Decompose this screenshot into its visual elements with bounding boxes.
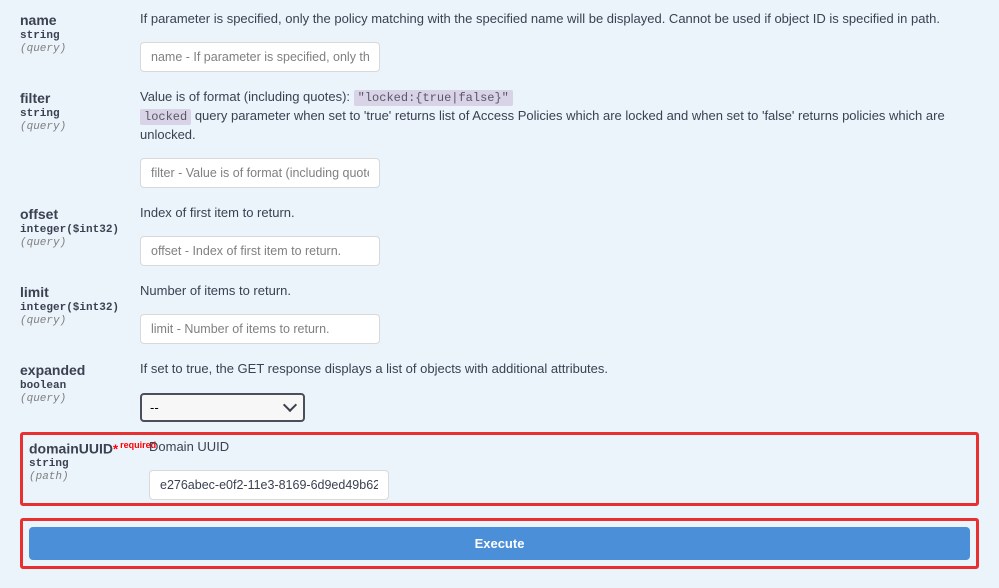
param-content: If parameter is specified, only the poli… (140, 10, 979, 72)
param-meta: expanded boolean (query) (20, 360, 140, 421)
execute-highlight: Execute (20, 518, 979, 569)
param-row-expanded: expanded boolean (query) If set to true,… (20, 354, 979, 427)
param-content: Value is of format (including quotes): "… (140, 88, 979, 188)
param-in-label: (query) (20, 393, 140, 405)
param-meta: name string (query) (20, 10, 140, 72)
domainuuid-input[interactable] (149, 470, 389, 500)
expanded-select[interactable]: -- (140, 393, 305, 422)
param-description: If parameter is specified, only the poli… (140, 10, 979, 28)
param-in-label: (query) (20, 315, 140, 327)
param-type-label: boolean (20, 380, 140, 392)
required-star-icon: * (113, 441, 118, 456)
param-in-label: (path) (29, 471, 149, 483)
param-type-label: integer($int32) (20, 302, 140, 314)
param-type-label: string (20, 108, 140, 120)
param-meta: filter string (query) (20, 88, 140, 188)
param-name-label: limit (20, 284, 140, 300)
desc-suffix: query parameter when set to 'true' retur… (140, 108, 945, 142)
param-content: Number of items to return. (140, 282, 979, 344)
param-content: Domain UUID (149, 438, 970, 500)
param-in-label: (query) (20, 121, 140, 133)
param-type-label: string (20, 30, 140, 42)
param-description: Index of first item to return. (140, 204, 979, 222)
param-meta: offset integer($int32) (query) (20, 204, 140, 266)
execute-button[interactable]: Execute (29, 527, 970, 560)
param-row-domainuuid: domainUUID*required string (path) Domain… (20, 432, 979, 506)
code-snippet: locked (140, 109, 191, 125)
param-row-name: name string (query) If parameter is spec… (20, 4, 979, 78)
offset-input[interactable] (140, 236, 380, 266)
limit-input[interactable] (140, 314, 380, 344)
param-name-label: name (20, 12, 140, 28)
param-description: If set to true, the GET response display… (140, 360, 979, 378)
param-name-text: domainUUID (29, 440, 113, 456)
param-in-label: (query) (20, 43, 140, 55)
param-meta: domainUUID*required string (path) (29, 438, 149, 500)
desc-prefix: Value is of format (including quotes): (140, 89, 354, 104)
code-snippet: "locked:{true|false}" (354, 90, 513, 106)
param-name-label: offset (20, 206, 140, 222)
param-in-label: (query) (20, 237, 140, 249)
param-meta: limit integer($int32) (query) (20, 282, 140, 344)
param-description: Number of items to return. (140, 282, 979, 300)
param-description: Value is of format (including quotes): "… (140, 88, 979, 144)
param-name-label: expanded (20, 362, 140, 378)
parameters-container: name string (query) If parameter is spec… (0, 0, 999, 588)
param-row-filter: filter string (query) Value is of format… (20, 82, 979, 194)
param-description: Domain UUID (149, 438, 970, 456)
filter-input[interactable] (140, 158, 380, 188)
name-input[interactable] (140, 42, 380, 72)
param-type-label: string (29, 458, 149, 470)
param-type-label: integer($int32) (20, 224, 140, 236)
param-name-label: domainUUID*required (29, 440, 149, 457)
param-row-limit: limit integer($int32) (query) Number of … (20, 276, 979, 350)
select-wrapper: -- (140, 393, 305, 422)
param-content: Index of first item to return. (140, 204, 979, 266)
param-name-label: filter (20, 90, 140, 106)
param-content: If set to true, the GET response display… (140, 360, 979, 421)
param-row-offset: offset integer($int32) (query) Index of … (20, 198, 979, 272)
